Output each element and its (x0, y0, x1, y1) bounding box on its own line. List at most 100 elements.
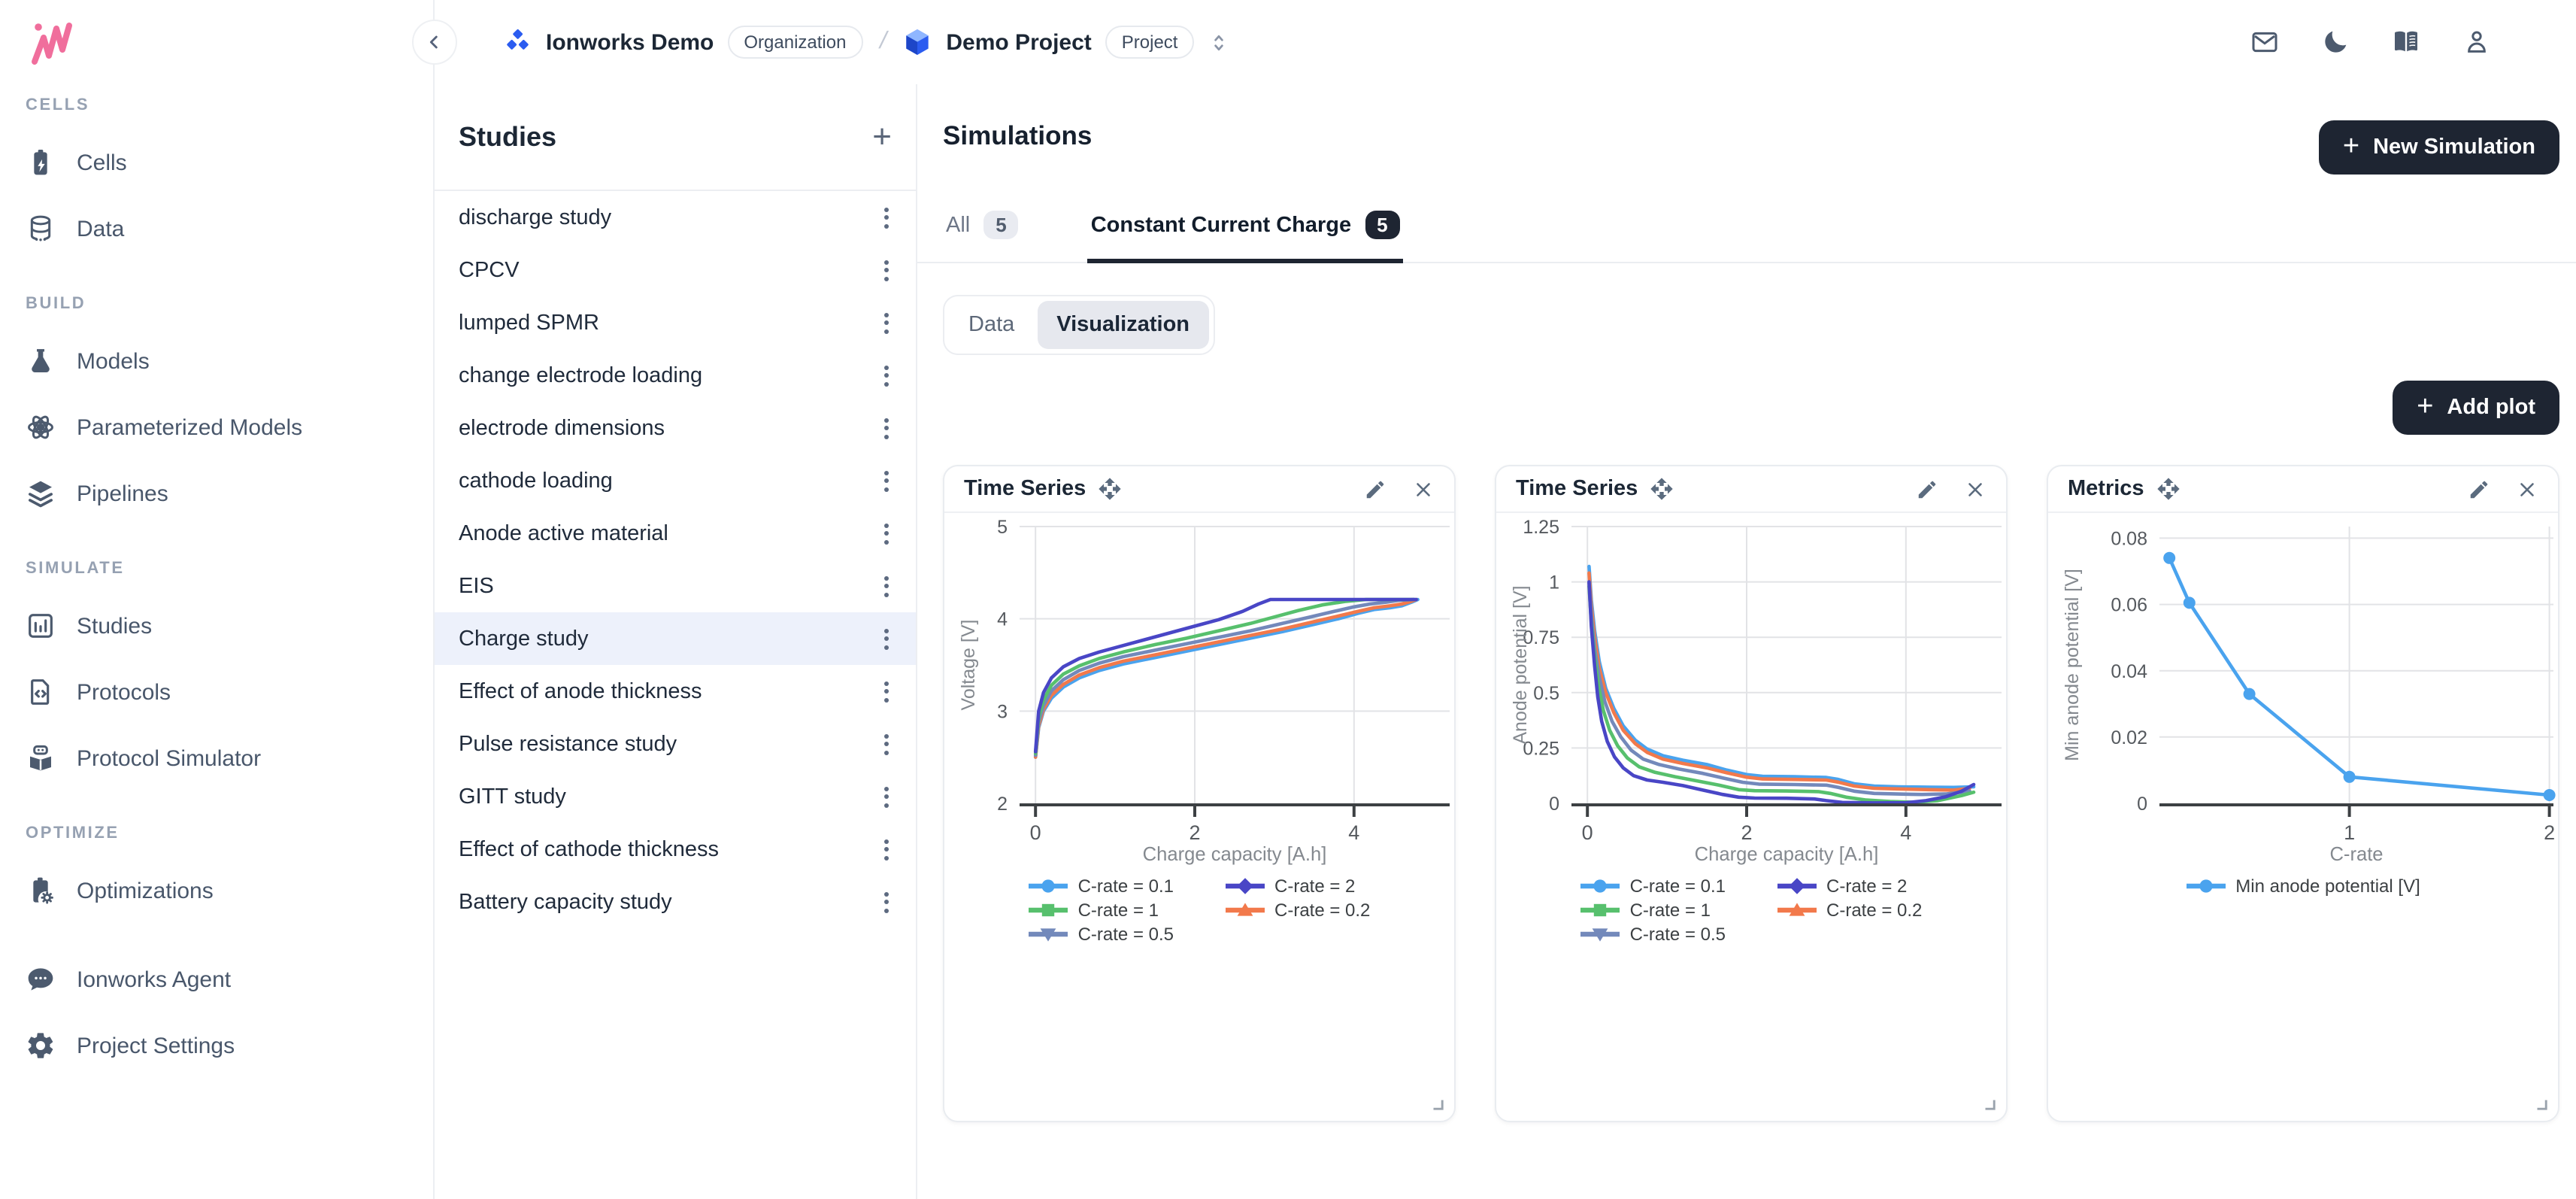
move-icon[interactable] (2156, 477, 2181, 501)
nav-section-build: BUILD Models Parameterized Models Pipeli… (0, 295, 433, 527)
svg-text:Anode potential [V]: Anode potential [V] (1510, 585, 1531, 744)
sidebar-item-pipelines[interactable]: Pipelines (0, 460, 433, 527)
kebab-menu-icon[interactable] (878, 464, 895, 497)
legend-item: C-rate = 0.1 (1580, 876, 1726, 897)
study-list-item[interactable]: electrode dimensions (435, 402, 916, 454)
sidebar-item-studies[interactable]: Studies (0, 593, 433, 659)
svg-text:0.06: 0.06 (2111, 595, 2147, 616)
kebab-menu-icon[interactable] (878, 622, 895, 655)
kebab-menu-icon[interactable] (878, 253, 895, 287)
kebab-menu-icon[interactable] (878, 517, 895, 550)
kebab-menu-icon[interactable] (878, 201, 895, 234)
sidebar-item-label: Data (77, 216, 124, 241)
study-list-item[interactable]: CPCV (435, 244, 916, 296)
study-list-item[interactable]: Effect of anode thickness (435, 665, 916, 718)
sidebar-item-ionworks-agent[interactable]: Ionworks Agent (0, 946, 433, 1012)
move-icon[interactable] (1098, 477, 1122, 501)
study-list-item[interactable]: Pulse resistance study (435, 718, 916, 770)
svg-text:Voltage [V]: Voltage [V] (958, 620, 979, 711)
user-icon[interactable] (2462, 27, 2492, 57)
resize-handle-icon[interactable] (1430, 1097, 1444, 1110)
add-plot-button[interactable]: + Add plot (2393, 381, 2559, 435)
org-cubes-icon (502, 27, 532, 57)
study-list-item[interactable]: discharge study (435, 191, 916, 244)
study-list-item[interactable]: EIS (435, 560, 916, 612)
kebab-menu-icon[interactable] (878, 885, 895, 918)
robot-book-icon (26, 743, 56, 773)
legend-item: Min anode potential [V] (2186, 876, 2420, 897)
plot-card-time-series: Time Series 02400.250.50.7511.25Anode po… (1495, 465, 2008, 1122)
mail-icon[interactable] (2250, 27, 2280, 57)
view-toggle-data[interactable]: Data (949, 301, 1034, 349)
study-name: CPCV (459, 258, 520, 282)
book-icon[interactable] (2391, 27, 2421, 57)
close-plot-icon[interactable] (1964, 478, 1987, 500)
legend-label: C-rate = 1 (1078, 900, 1159, 921)
sidebar-item-cells[interactable]: Cells (0, 129, 433, 196)
close-plot-icon[interactable] (1412, 478, 1435, 500)
sidebar-item-protocols[interactable]: Protocols (0, 659, 433, 725)
org-name: Ionworks Demo (546, 29, 714, 55)
breadcrumb-organization[interactable]: Ionworks Demo Organization (502, 26, 862, 59)
sidebar-item-label: Project Settings (77, 1033, 235, 1058)
edit-plot-icon[interactable] (2468, 478, 2490, 500)
sidebar-item-parameterized-models[interactable]: Parameterized Models (0, 394, 433, 460)
collapse-panel-button[interactable] (412, 20, 457, 65)
study-name: Charge study (459, 627, 589, 651)
resize-handle-icon[interactable] (1982, 1097, 1996, 1110)
study-list-item[interactable]: lumped SPMR (435, 296, 916, 349)
sidebar-item-optimizations[interactable]: Optimizations (0, 858, 433, 924)
svg-text:2: 2 (2544, 821, 2555, 844)
nav-section-label: OPTIMIZE (26, 824, 433, 842)
kebab-menu-icon[interactable] (878, 675, 895, 708)
legend-item: C-rate = 0.1 (1029, 876, 1174, 897)
study-list-item[interactable]: Anode active material (435, 507, 916, 560)
moon-icon[interactable] (2320, 27, 2350, 57)
edit-plot-icon[interactable] (1364, 478, 1386, 500)
plot-card-time-series: Time Series 0242345Voltage [V]Charge cap… (943, 465, 1456, 1122)
simulation-tabs: All 5 Constant Current Charge 5 (917, 196, 2576, 263)
study-list-item[interactable]: Effect of cathode thickness (435, 823, 916, 876)
sidebar-item-protocol-simulator[interactable]: Protocol Simulator (0, 725, 433, 791)
chevrons-up-down-icon[interactable] (1208, 31, 1231, 53)
study-list-item[interactable]: GITT study (435, 770, 916, 823)
study-list-item[interactable]: change electrode loading (435, 349, 916, 402)
kebab-menu-icon[interactable] (878, 780, 895, 813)
studies-list: discharge study CPCV lumped SPMR change … (435, 191, 916, 928)
kebab-menu-icon[interactable] (878, 727, 895, 760)
resize-handle-icon[interactable] (2534, 1097, 2547, 1110)
tab-all[interactable]: All 5 (943, 196, 1022, 263)
ionworks-logo-icon[interactable] (27, 15, 87, 69)
kebab-menu-icon[interactable] (878, 569, 895, 603)
legend-marker-icon (1225, 901, 1264, 919)
kebab-menu-icon[interactable] (878, 833, 895, 866)
legend-marker-icon (1580, 901, 1620, 919)
nav-section-cells: CELLS Cells Data (0, 96, 433, 262)
sidebar-item-models[interactable]: Models (0, 328, 433, 394)
breadcrumb-project[interactable]: Demo Project Project (902, 26, 1194, 59)
study-list-item[interactable]: cathode loading (435, 454, 916, 507)
new-simulation-button[interactable]: + New Simulation (2319, 120, 2559, 175)
sidebar-item-project-settings[interactable]: Project Settings (0, 1012, 433, 1079)
svg-text:0.02: 0.02 (2111, 727, 2147, 748)
add-study-button[interactable]: + (872, 120, 892, 153)
study-list-item[interactable]: Charge study (435, 612, 916, 665)
study-list-item[interactable]: Battery capacity study (435, 876, 916, 928)
svg-text:C-rate: C-rate (2329, 844, 2383, 865)
page-title: Simulations (943, 120, 1092, 152)
tab-label: Constant Current Charge (1091, 213, 1351, 237)
chart-area: 02400.250.50.7511.25Anode potential [V]C… (1496, 513, 2006, 945)
svg-text:1: 1 (1549, 572, 1559, 593)
close-plot-icon[interactable] (2516, 478, 2538, 500)
view-toggle-visualization[interactable]: Visualization (1037, 301, 1209, 349)
sidebar-item-data[interactable]: Data (0, 196, 433, 262)
kebab-menu-icon[interactable] (878, 411, 895, 445)
kebab-menu-icon[interactable] (878, 306, 895, 339)
sidebar-item-label: Protocols (77, 679, 171, 705)
kebab-menu-icon[interactable] (878, 359, 895, 392)
edit-plot-icon[interactable] (1916, 478, 1938, 500)
layers-icon (26, 478, 56, 508)
tab-constant-current-charge[interactable]: Constant Current Charge 5 (1088, 196, 1403, 263)
sidebar-item-label: Cells (77, 150, 127, 175)
move-icon[interactable] (1650, 477, 1674, 501)
